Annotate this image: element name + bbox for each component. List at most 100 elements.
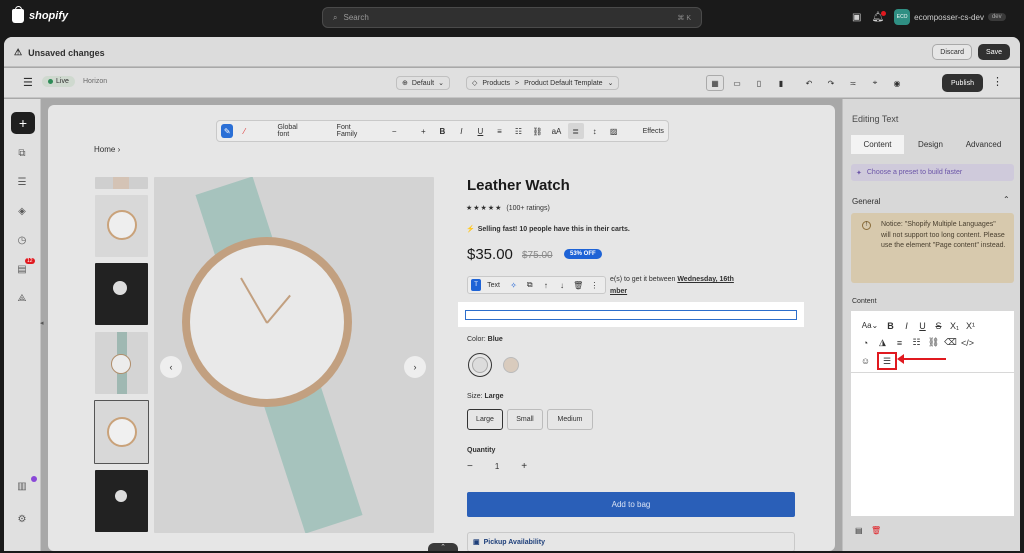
quantity-increase[interactable]: + xyxy=(521,461,527,472)
integrations-icon[interactable]: ⟁ xyxy=(15,291,29,305)
eraser-icon[interactable]: ⌫ xyxy=(944,336,957,349)
font-size-label[interactable]: aA xyxy=(549,123,565,139)
global-font[interactable]: Global font xyxy=(278,124,308,138)
tablet-icon[interactable]: ▯ xyxy=(750,75,768,91)
collapse-chevron-icon[interactable]: ⌃ xyxy=(428,543,458,551)
font-family[interactable]: Font Family xyxy=(337,124,370,138)
pickup-availability[interactable]: ▣ Pickup Availability xyxy=(467,532,795,551)
more-options-icon[interactable]: ⋮ xyxy=(992,75,1003,88)
rich-text-editor[interactable]: Aa ⌄ B I U S X₁ X¹ ◔ ◮ ≡ ☷ ⛓ ⌫ </> ☺ ☰ xyxy=(851,311,1014,516)
layers-list-icon[interactable]: ☰ xyxy=(15,175,29,189)
comments-icon[interactable]: ▤ xyxy=(15,262,29,276)
size-option[interactable]: Medium xyxy=(547,409,593,430)
history-icon[interactable]: ◷ xyxy=(15,233,29,247)
store-switcher[interactable]: ECO ecomposser-cs-dev dev xyxy=(894,9,1006,25)
layout-panel-icon[interactable]: ▤ xyxy=(855,526,863,535)
color-swatch-blue[interactable] xyxy=(468,353,492,377)
italic-icon[interactable]: I xyxy=(453,123,469,139)
desktop-icon[interactable]: ▭ xyxy=(728,75,746,91)
underline-icon[interactable]: U xyxy=(472,123,488,139)
text-element-outline[interactable] xyxy=(465,310,797,320)
save-button[interactable]: Save xyxy=(978,44,1010,60)
tab-content[interactable]: Content xyxy=(851,135,904,154)
settings-sliders-icon[interactable]: ≍ xyxy=(844,75,862,91)
preview-eye-icon[interactable]: ◉ xyxy=(888,75,906,91)
tab-advanced[interactable]: Advanced xyxy=(957,135,1010,154)
size-option[interactable]: Large xyxy=(467,409,503,430)
bold-icon[interactable]: B xyxy=(884,319,897,332)
preset-link[interactable]: ✦ Choose a preset to build faster xyxy=(851,164,1014,181)
thumbnail-image[interactable] xyxy=(95,177,148,189)
move-up-icon[interactable]: ↑ xyxy=(538,277,553,293)
gallery-prev-icon[interactable]: ‹ xyxy=(160,356,182,378)
gallery-next-icon[interactable]: › xyxy=(404,356,426,378)
redo-icon[interactable]: ↷ xyxy=(822,75,840,91)
shopify-logo[interactable]: shopify xyxy=(12,6,68,23)
superscript-icon[interactable]: X¹ xyxy=(964,319,977,332)
thumbnail-image[interactable] xyxy=(95,332,148,394)
tab-design[interactable]: Design xyxy=(904,135,957,154)
dynamic-source-icon[interactable]: ☰ xyxy=(877,352,897,370)
add-element-icon[interactable]: + xyxy=(11,112,35,134)
sections-icon[interactable]: ⧉ xyxy=(15,146,29,160)
more-vertical-icon[interactable]: ⋮ xyxy=(587,277,602,293)
color-swatch-alt[interactable] xyxy=(499,353,523,377)
trash-icon[interactable]: 🗑︎ xyxy=(871,526,881,535)
discard-button[interactable]: Discard xyxy=(932,44,973,60)
bold-icon[interactable]: B xyxy=(434,123,450,139)
palette-icon[interactable]: ◔ xyxy=(859,336,872,349)
search-bar[interactable]: ⌕ Search ⌘ K xyxy=(322,7,702,28)
thumbnail-image[interactable] xyxy=(95,195,148,257)
size-option[interactable]: Small xyxy=(507,409,543,430)
preview-canvas[interactable]: ✎ ⁄ Global font Font Family − + B I U ≡ … xyxy=(48,105,835,551)
magic-pen-icon[interactable]: ✎ xyxy=(221,124,234,138)
italic-icon[interactable]: I xyxy=(900,319,913,332)
highlight-icon[interactable]: ▨ xyxy=(606,123,622,139)
gear-icon[interactable]: ⚙ xyxy=(15,512,29,526)
thumbnail-image[interactable] xyxy=(95,470,148,532)
bell-icon[interactable]: 🔔︎ xyxy=(871,10,887,23)
publish-button[interactable]: Publish xyxy=(942,74,983,92)
chevron-up-icon[interactable]: ⌃ xyxy=(1003,195,1010,204)
effects-label[interactable]: Effects xyxy=(643,128,664,135)
unordered-list-icon[interactable]: ☷ xyxy=(510,123,526,139)
stack-icon[interactable]: ◈ xyxy=(15,204,29,218)
emoji-icon[interactable]: ☺ xyxy=(859,355,872,368)
thumbnail-image-selected[interactable] xyxy=(94,400,149,464)
font-size-decrease[interactable]: − xyxy=(386,123,402,139)
locale-select[interactable]: ⊕ Default ⌄ xyxy=(396,76,450,90)
breadcrumb[interactable]: Home › xyxy=(94,145,120,154)
ordered-list-icon[interactable]: ≡ xyxy=(893,336,906,349)
link-icon[interactable]: ⛓ xyxy=(927,336,940,349)
move-down-icon[interactable]: ↓ xyxy=(554,277,569,293)
ai-magic-icon[interactable]: ✧ xyxy=(506,277,521,293)
sidebar-collapse-icon[interactable]: ◂ xyxy=(40,319,44,327)
code-icon[interactable]: </> xyxy=(961,336,974,349)
underline-icon[interactable]: U xyxy=(916,319,929,332)
clear-color-icon[interactable]: ⁄ xyxy=(236,123,252,139)
selected-text-element[interactable] xyxy=(458,302,804,327)
add-to-bag-button[interactable]: Add to bag xyxy=(467,492,795,517)
menu-icon[interactable]: ☰ xyxy=(23,76,33,89)
font-select[interactable]: Aa ⌄ xyxy=(859,319,881,332)
app-store-icon[interactable]: ▥ xyxy=(15,479,29,493)
quantity-decrease[interactable]: − xyxy=(467,461,473,472)
fill-color-icon[interactable]: ◮ xyxy=(876,336,889,349)
line-height-icon[interactable]: ↕ xyxy=(587,123,603,139)
quantity-value[interactable]: 1 xyxy=(495,462,499,471)
align-icon[interactable]: ≣ xyxy=(567,123,584,139)
inspect-icon[interactable]: ⌖ xyxy=(866,75,884,91)
layout-icon[interactable]: ▦ xyxy=(706,75,724,91)
store-icon[interactable]: ▣ xyxy=(852,12,861,23)
ordered-list-icon[interactable]: ≡ xyxy=(491,123,507,139)
template-select[interactable]: ◇ Products > Product Default Template ⌄ xyxy=(466,76,620,90)
strikethrough-icon[interactable]: S xyxy=(932,319,945,332)
undo-icon[interactable]: ↶ xyxy=(800,75,818,91)
breadcrumb-home[interactable]: Home xyxy=(94,145,115,154)
unordered-list-icon[interactable]: ☷ xyxy=(910,336,923,349)
duplicate-icon[interactable]: ⧉ xyxy=(522,277,537,293)
link-icon[interactable]: ⛓ xyxy=(529,123,545,139)
font-size-increase[interactable]: + xyxy=(415,123,431,139)
subscript-icon[interactable]: X₁ xyxy=(948,319,961,332)
trash-icon[interactable]: 🗑︎ xyxy=(571,277,586,293)
